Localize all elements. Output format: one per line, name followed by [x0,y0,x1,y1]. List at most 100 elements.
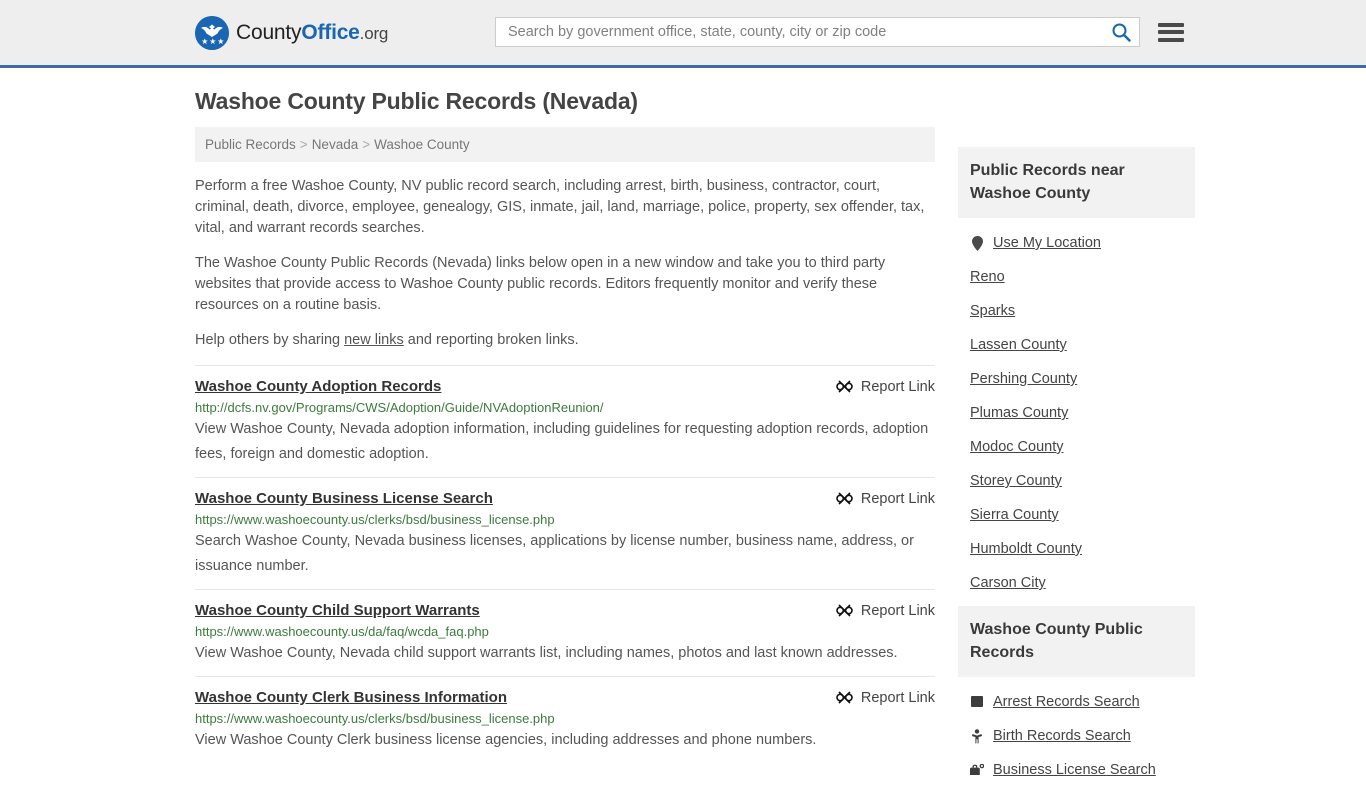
hamburger-menu-icon[interactable] [1158,22,1184,42]
report-link-label: Report Link [860,490,935,507]
nearby-records-list: Use My Location Reno Sparks Lassen Count… [958,218,1195,600]
sidebar-link-label[interactable]: Sparks [970,303,1015,319]
report-link-label: Report Link [860,378,935,395]
record-header: Washoe County Business License Search Re… [195,490,935,507]
sidebar-item-pershing-county[interactable]: Pershing County [958,362,1195,396]
record-header: Washoe County Child Support Warrants Rep… [195,602,935,619]
record-header: Washoe County Adoption Records Report Li… [195,378,935,395]
record-url: http://dcfs.nv.gov/Programs/CWS/Adoption… [195,400,604,415]
sidebar-item-lassen-county[interactable]: Lassen County [958,328,1195,362]
logo-text-office: Office [301,20,360,44]
intro-paragraph-2: The Washoe County Public Records (Nevada… [195,255,886,313]
sidebar-link-label[interactable]: Business License Search [993,762,1156,778]
sidebar-item-plumas-county[interactable]: Plumas County [958,396,1195,430]
report-link-button[interactable]: Report Link [822,689,935,706]
main-column: Public Records > Nevada > Washoe County Perf… [195,127,935,763]
breadcrumb-item-public-records[interactable]: Public Records [205,137,296,152]
baby-icon [970,728,984,744]
intro-paragraph-1: Perform a free Washoe County, NV public … [195,178,925,236]
logo-text-org: .org [359,23,389,43]
report-link-button[interactable]: Report Link [822,378,935,395]
report-link-label: Report Link [860,689,935,706]
logo-text-county: County [236,20,302,44]
sidebar-item-sierra-county[interactable]: Sierra County [958,498,1195,532]
breadcrumb-item-washoe-county[interactable]: Washoe County [374,137,470,152]
hamburger-bar [1158,22,1184,27]
sidebar-item-carson-city[interactable]: Carson City [958,566,1195,600]
sidebar-item-use-my-location[interactable]: Use My Location [958,226,1195,260]
record-title-link[interactable]: Washoe County Business License Search [195,490,493,507]
sidebar-link-label[interactable]: Arrest Records Search [993,694,1140,710]
map-pin-icon [970,235,984,251]
sidebar-link-label[interactable]: Carson City [970,575,1046,591]
record-item: Washoe County Clerk Business Information… [195,676,935,763]
breadcrumb: Public Records > Nevada > Washoe County [195,127,935,162]
report-link-button[interactable]: Report Link [822,490,935,507]
record-title-link[interactable]: Washoe County Adoption Records [195,378,441,395]
record-title-link[interactable]: Washoe County Clerk Business Information [195,689,507,706]
record-description: View Washoe County, Nevada child support… [195,645,898,661]
record-url: https://www.washoecounty.us/da/faq/wcda_… [195,624,489,639]
sidebar-item-sparks[interactable]: Sparks [958,294,1195,328]
record-description: View Washoe County Clerk business licens… [195,732,817,748]
sidebar-item-arrest-records-search[interactable]: Arrest Records Search [958,685,1195,719]
page-body: Washoe County Public Records (Nevada) Pu… [0,88,1366,793]
broken-link-icon [836,490,853,507]
report-link-button[interactable]: Report Link [822,602,935,619]
sidebar-link-label[interactable]: Storey County [970,473,1062,489]
report-link-label: Report Link [860,602,935,619]
sidebar-item-storey-county[interactable]: Storey County [958,464,1195,498]
sidebar-link-label[interactable]: Plumas County [970,405,1068,421]
header-search-area [495,17,1184,47]
sidebar-link-label[interactable]: Modoc County [970,439,1064,455]
record-url: https://www.washoecounty.us/clerks/bsd/b… [195,512,555,527]
eagle-seal-icon [195,15,229,50]
record-header: Washoe County Clerk Business Information… [195,689,935,706]
broken-link-icon [836,689,853,706]
record-item: Washoe County Child Support Warrants Rep… [195,589,935,676]
hamburger-bar [1158,37,1184,42]
logo-wordmark: CountyOffice.org [236,21,388,45]
county-records-list: Arrest Records Search Birth Records Sear… [958,677,1195,787]
sidebar-item-humboldt-county[interactable]: Humboldt County [958,532,1195,566]
breadcrumb-item-nevada[interactable]: Nevada [312,137,359,152]
search-box[interactable] [495,17,1140,47]
sidebar-item-reno[interactable]: Reno [958,260,1195,294]
sidebar: Public Records near Washoe County Use My… [958,127,1195,793]
sidebar-link-label[interactable]: Sierra County [970,507,1059,523]
search-icon[interactable] [1111,22,1131,42]
record-item: Washoe County Adoption Records Report Li… [195,365,935,477]
broken-link-icon [836,378,853,395]
record-url: https://www.washoecounty.us/clerks/bsd/b… [195,711,555,726]
sidebar-link-label[interactable]: Birth Records Search [993,728,1131,744]
breadcrumb-separator: > [362,137,371,152]
county-records-heading: Washoe County Public Records [958,606,1195,677]
sidebar-link-label[interactable]: Pershing County [970,371,1077,387]
sidebar-item-birth-records-search[interactable]: Birth Records Search [958,719,1195,753]
page-title: Washoe County Public Records (Nevada) [195,88,638,114]
square-icon [970,694,984,710]
breadcrumb-separator: > [299,137,308,152]
intro-paragraph-3: Help others by sharing new links and rep… [195,330,935,351]
search-input[interactable] [506,23,1111,41]
record-description: View Washoe County, Nevada adoption info… [195,421,929,462]
intro-text-before: Help others by sharing [195,332,345,348]
new-links-link[interactable]: new links [344,332,404,348]
sidebar-item-modoc-county[interactable]: Modoc County [958,430,1195,464]
county-records-widget: Washoe County Public Records Arrest Reco… [958,606,1195,787]
site-header: CountyOffice.org [0,0,1366,68]
nearby-records-heading: Public Records near Washoe County [958,147,1195,218]
sidebar-link-label[interactable]: Humboldt County [970,541,1082,557]
broken-link-icon [836,602,853,619]
sidebar-link-label[interactable]: Lassen County [970,337,1067,353]
intro-text-after: and reporting broken links. [403,332,579,348]
briefcase-icon [970,762,984,778]
record-description: Search Washoe County, Nevada business li… [195,533,914,574]
sidebar-link-label[interactable]: Reno [970,269,1005,285]
site-logo[interactable]: CountyOffice.org [195,15,388,50]
record-title-link[interactable]: Washoe County Child Support Warrants [195,602,480,619]
hamburger-bar [1158,30,1184,34]
sidebar-item-business-license-search[interactable]: Business License Search [958,753,1195,787]
sidebar-link-label[interactable]: Use My Location [993,235,1101,251]
record-item: Washoe County Business License Search Re… [195,477,935,589]
